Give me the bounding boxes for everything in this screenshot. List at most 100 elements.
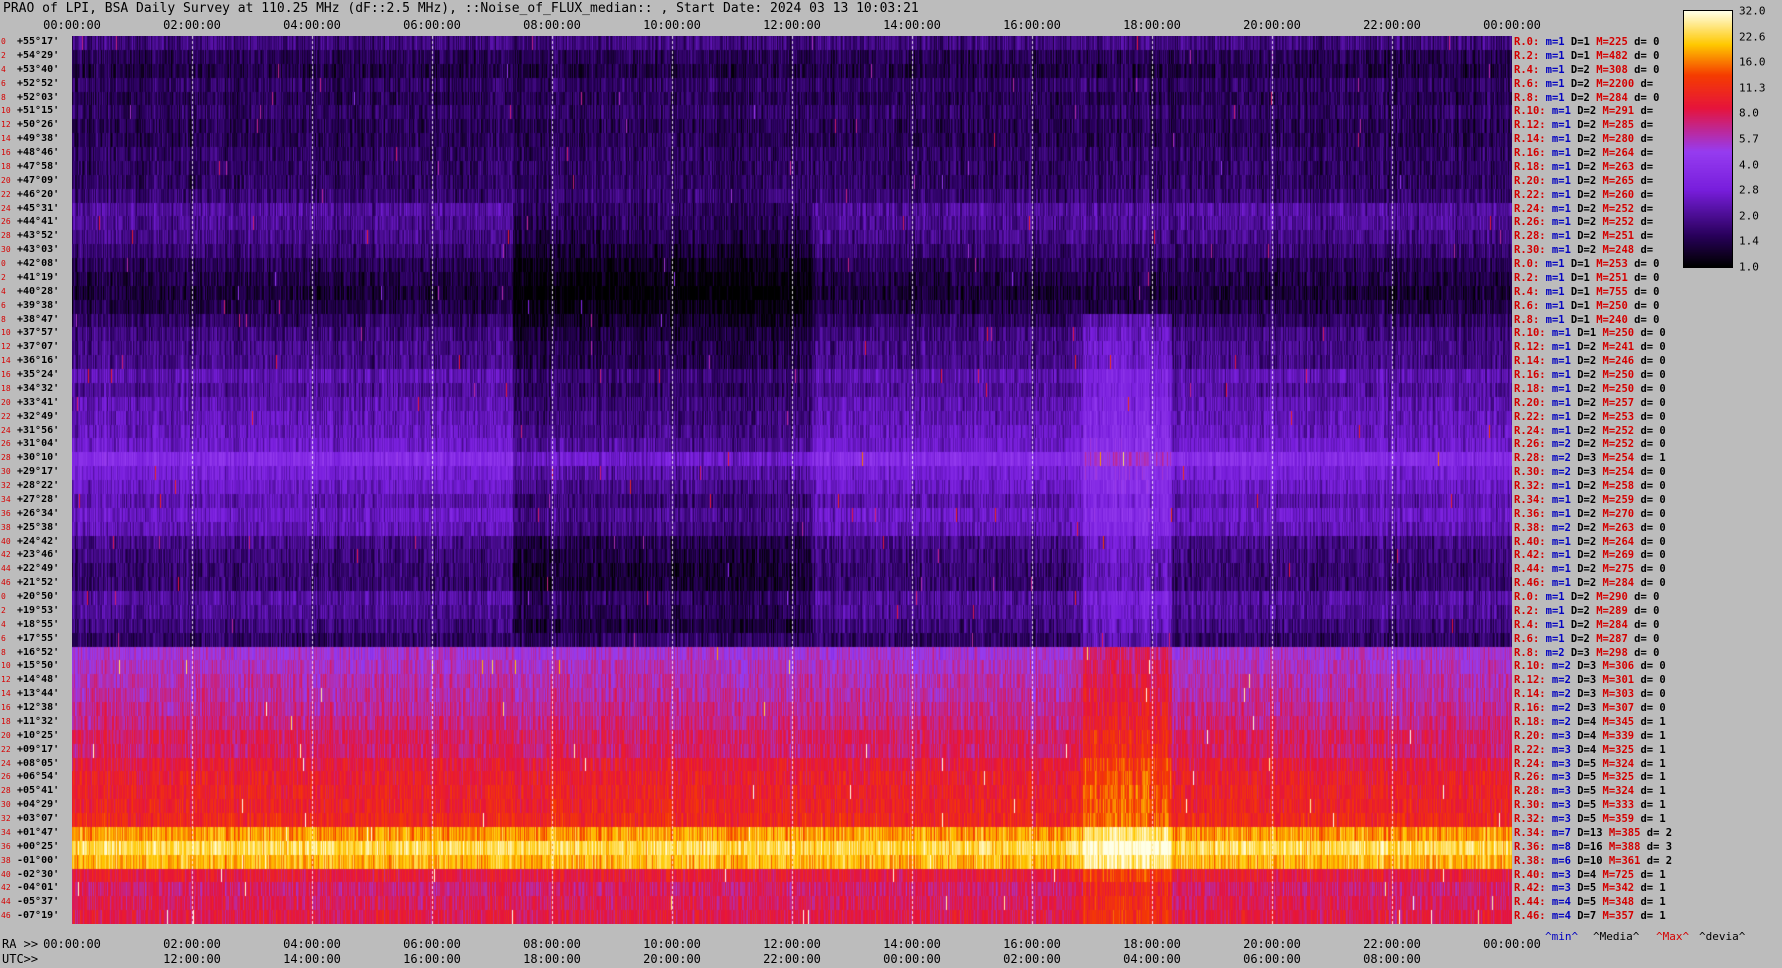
row-stat: R.34: m=1 D=2 M=259 d= 0: [1514, 493, 1666, 507]
stat-row-id: R.18:: [1514, 715, 1546, 728]
utc-tick-label: 04:00:00: [1123, 952, 1181, 966]
declination-value: +32°49': [17, 410, 60, 422]
top-tick-label: 08:00:00: [523, 18, 581, 32]
stat-row-id: R.46:: [1514, 910, 1546, 923]
row-index: 0: [1, 259, 6, 268]
declination-label: 26 +06°54': [0, 770, 72, 784]
stat-min: m=1: [1545, 147, 1571, 159]
stat-min: m=2: [1545, 438, 1571, 451]
stat-min: m=2: [1545, 715, 1571, 728]
ra-axis-label: RA >>: [2, 937, 39, 951]
stats-footer-dev: ^devia^: [1699, 930, 1746, 943]
stat-min: m=1: [1539, 271, 1565, 284]
declination-value: +39°38': [17, 299, 60, 311]
declination-value: +23°46': [17, 549, 60, 561]
row-index: 24: [1, 425, 11, 435]
colorbar-tick-label: 1.0: [1739, 260, 1759, 274]
row-index: 34: [1, 827, 11, 837]
stat-min: m=1: [1545, 396, 1571, 409]
stat-min: m=1: [1545, 563, 1571, 576]
row-index: 40: [1, 536, 11, 546]
declination-value: +00°25': [17, 840, 60, 852]
declination-value: +18°55': [17, 618, 60, 630]
row-stat: R.0: m=1 D=2 M=290 d= 0: [1514, 590, 1659, 604]
stat-row-id: R.20:: [1514, 396, 1546, 409]
row-stat: R.42: m=1 D=2 M=269 d= 0: [1514, 548, 1666, 562]
stat-dev: d= 0: [1634, 702, 1666, 714]
declination-value: +12°38': [17, 702, 60, 713]
row-index: 14: [1, 134, 11, 144]
stat-row-id: R.0:: [1514, 36, 1540, 48]
declination-value: +55°17': [17, 36, 60, 47]
stat-median: D=2: [1564, 77, 1590, 90]
stat-max: M=246: [1596, 355, 1635, 368]
stat-row-id: R.30:: [1514, 799, 1546, 812]
declination-value: +01°47': [17, 826, 60, 838]
stat-max: M=482: [1589, 49, 1628, 62]
row-index: 18: [1, 383, 11, 393]
stat-dev: d= 0: [1634, 674, 1666, 687]
declination-value: +37°57': [17, 327, 60, 339]
stat-dev: d=: [1634, 119, 1654, 132]
stat-dev: d= 0: [1627, 271, 1660, 284]
stat-min: m=3: [1545, 882, 1571, 895]
utc-tick-label: 16:00:00: [403, 952, 461, 966]
stat-dev: d= 0: [1627, 285, 1660, 298]
declination-label: 26 +31°04': [0, 437, 72, 451]
stat-max: M=285: [1596, 119, 1635, 132]
stat-median: D=2: [1570, 216, 1597, 229]
stat-min: m=1: [1539, 591, 1565, 603]
ra-tick-label: 00:00:00: [43, 937, 101, 951]
stat-min: m=7: [1545, 826, 1571, 839]
stat-row-id: R.22:: [1514, 188, 1546, 201]
stat-row-id: R.44:: [1514, 896, 1546, 909]
stat-median: D=1: [1564, 258, 1590, 270]
colorbar-tick-label: 4.0: [1739, 158, 1759, 172]
stat-median: D=1: [1570, 327, 1597, 340]
row-stat: R.4: m=1 D=1 M=755 d= 0: [1514, 285, 1659, 299]
row-stat: R.22: m=1 D=2 M=260 d=: [1514, 188, 1653, 202]
stat-min: m=3: [1545, 743, 1571, 756]
stat-row-id: R.34:: [1514, 826, 1546, 839]
stat-dev: d=: [1634, 147, 1654, 159]
stat-row-id: R.30:: [1514, 466, 1546, 479]
stat-min: m=4: [1545, 896, 1571, 909]
row-stat: R.2: m=1 D=1 M=251 d= 0: [1514, 271, 1659, 285]
stat-median: D=2: [1570, 493, 1597, 506]
stat-dev: d= 0: [1634, 438, 1666, 451]
stat-max: M=325: [1596, 771, 1635, 784]
row-stat: R.2: m=1 D=1 M=482 d= 0: [1514, 49, 1659, 63]
stat-dev: d= 2: [1640, 826, 1673, 839]
stat-dev: d= 0: [1634, 521, 1666, 534]
stat-row-id: R.14:: [1514, 355, 1546, 368]
declination-value: +40°28': [17, 285, 60, 297]
stat-min: m=1: [1545, 119, 1571, 132]
declination-label: 34 +27°28': [0, 493, 72, 507]
row-index: 12: [1, 342, 11, 352]
top-tick-label: 20:00:00: [1243, 18, 1301, 32]
stat-max: M=280: [1596, 133, 1635, 146]
stat-max: M=284: [1596, 577, 1635, 590]
row-stat: R.14: m=1 D=2 M=246 d= 0: [1514, 354, 1666, 368]
stat-median: D=1: [1564, 271, 1590, 284]
row-stat: R.18: m=1 D=2 M=250 d= 0: [1514, 382, 1666, 396]
row-index: 16: [1, 370, 11, 379]
stat-dev: d= 3: [1640, 840, 1673, 853]
row-stat: R.12: m=1 D=2 M=241 d= 0: [1514, 340, 1666, 354]
stat-max: M=325: [1596, 743, 1635, 756]
row-index: 20: [1, 730, 11, 740]
declination-label: 4 +53°40': [0, 63, 72, 77]
declination-label: 4 +40°28': [0, 285, 72, 299]
stat-row-id: R.12:: [1514, 341, 1546, 354]
stat-dev: d= 0: [1627, 299, 1660, 312]
stat-median: D=2: [1570, 355, 1597, 368]
row-index: 0: [1, 37, 6, 46]
row-stat: R.10: m=2 D=3 M=306 d= 0: [1514, 659, 1666, 673]
declination-value: +42°08': [17, 258, 60, 269]
stat-row-id: R.16:: [1514, 702, 1546, 714]
stat-median: D=2: [1564, 591, 1590, 603]
top-tick-label: 14:00:00: [883, 18, 941, 32]
row-stat: R.24: m=1 D=2 M=252 d=: [1514, 202, 1653, 216]
stat-row-id: R.32:: [1514, 813, 1546, 825]
declination-label: 30 +04°29': [0, 798, 72, 812]
